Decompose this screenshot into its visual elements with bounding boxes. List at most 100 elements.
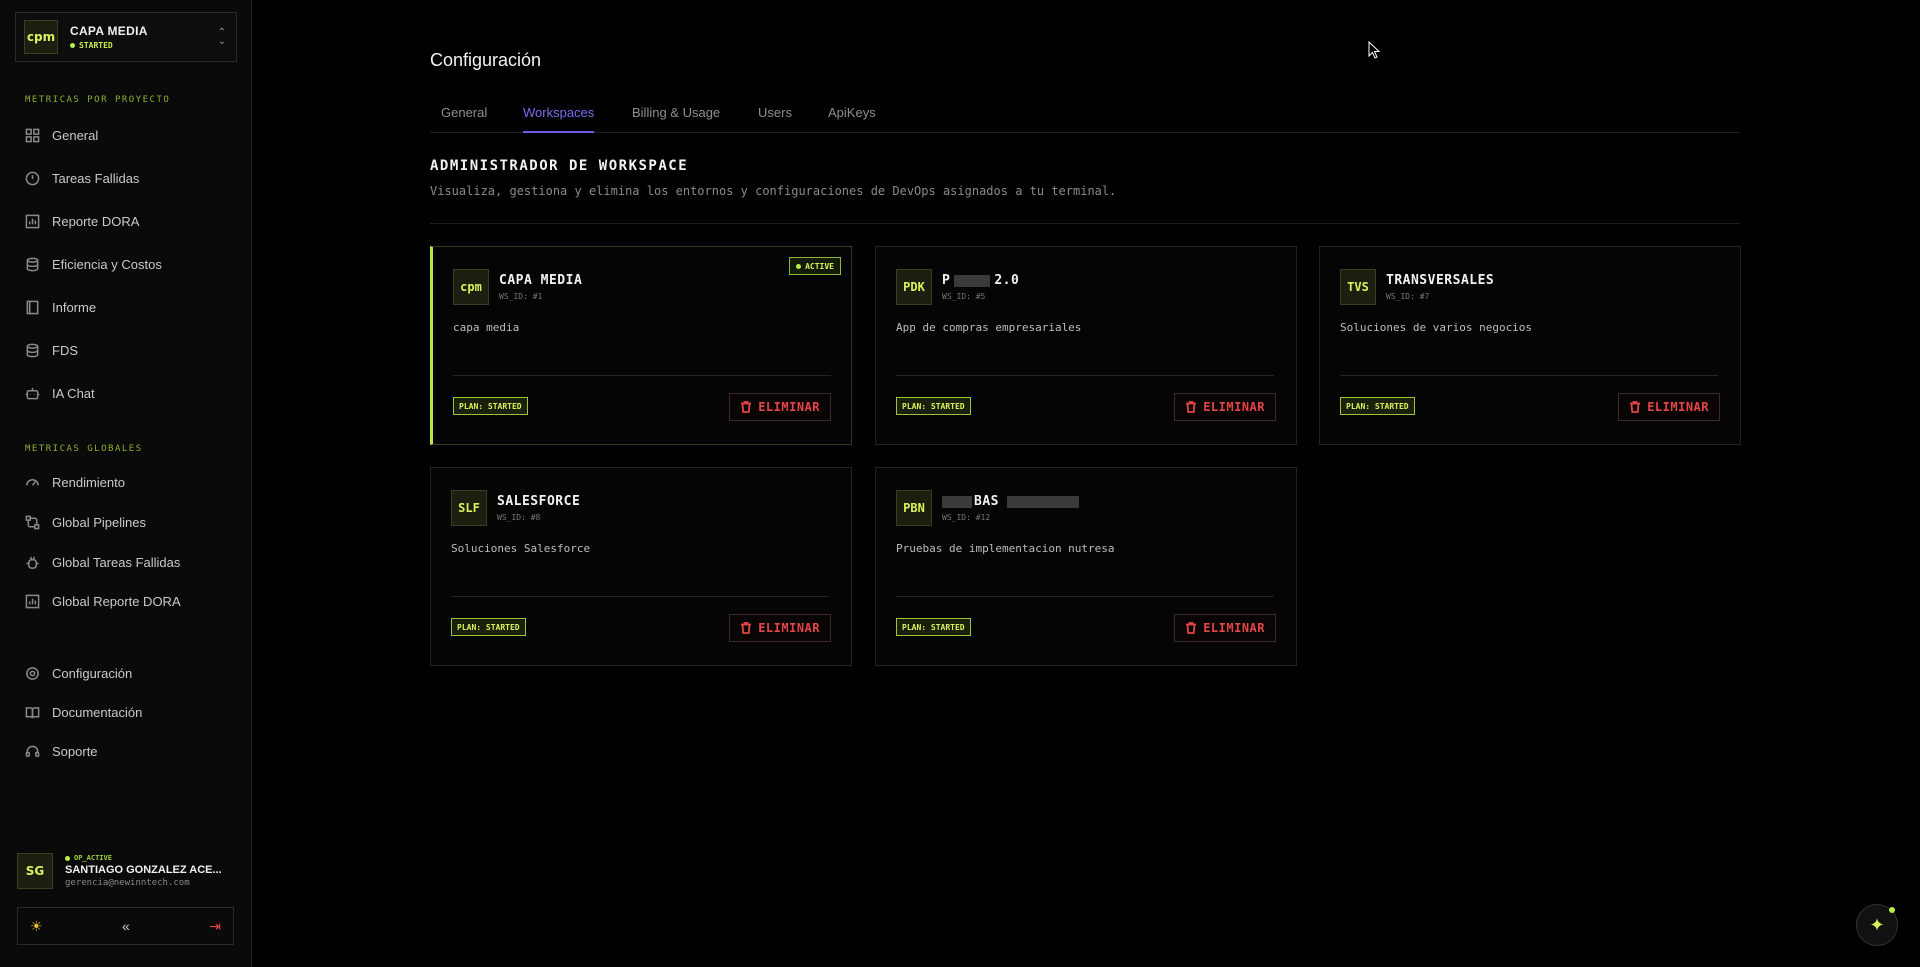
page-title: Configuración <box>430 50 542 70</box>
chevron-up-down-icon: ⌃ ⌄ <box>217 27 226 47</box>
delete-workspace-button[interactable]: ELIMINAR <box>1618 393 1720 421</box>
gear-icon <box>26 666 39 680</box>
workspace-card-pbn[interactable]: PBN BAS WS_ID: #12 Pruebas de implementa… <box>875 467 1297 666</box>
workspace-logo: SLF <box>451 490 487 526</box>
sidebar-item-informe[interactable]: Informe <box>25 297 96 317</box>
ai-assistant-button[interactable]: ✦ <box>1856 904 1898 946</box>
workspace-name: SALESFORCE <box>497 494 581 509</box>
tab-users[interactable]: Users <box>758 105 792 133</box>
card-divider <box>451 596 829 597</box>
workspace-text: SALESFORCE WS_ID: #8 <box>497 494 580 522</box>
delete-workspace-button[interactable]: ELIMINAR <box>729 614 831 642</box>
workspace-logo: cpm <box>453 269 489 305</box>
workspace-name-prefix: P <box>942 273 951 288</box>
sidebar-bottom-bar: ☀ « ⇥ <box>17 907 234 945</box>
sidebar-item-label: Configuración <box>52 665 133 681</box>
mouse-cursor-icon <box>1368 41 1380 59</box>
sidebar-item-label: Global Reporte DORA <box>52 593 181 609</box>
user-profile[interactable]: SG OP_ACTIVE SANTIAGO GONZALEZ ACE... ge… <box>17 851 237 891</box>
sun-icon[interactable]: ☀ <box>30 918 43 935</box>
sidebar-item-label: FDS <box>52 342 78 358</box>
trash-icon <box>741 622 752 634</box>
tab-apikeys[interactable]: ApiKeys <box>828 105 876 133</box>
sidebar-item-general[interactable]: General <box>25 125 98 145</box>
workspace-header: PBN BAS WS_ID: #12 <box>896 490 1079 526</box>
bar-chart-icon <box>25 214 40 228</box>
delete-workspace-button[interactable]: ELIMINAR <box>729 393 831 421</box>
delete-label: ELIMINAR <box>1647 400 1709 414</box>
workspace-description: capa media <box>453 321 520 334</box>
sidebar-item-configuracion[interactable]: Configuración <box>25 663 132 683</box>
workspace-logo: TVS <box>1340 269 1376 305</box>
sidebar-item-rendimiento[interactable]: Rendimiento <box>25 472 125 492</box>
workspace-name: P 2.0 <box>942 273 1019 288</box>
sidebar-item-ia-chat[interactable]: IA Chat <box>25 383 95 403</box>
user-email: gerencia@newinntech.com <box>65 878 190 888</box>
plan-badge: PLAN: STARTED <box>453 397 528 415</box>
sidebar-item-tareas-fallidas[interactable]: Tareas Fallidas <box>25 168 139 188</box>
delete-workspace-button[interactable]: ELIMINAR <box>1174 614 1276 642</box>
workspace-name: BAS <box>942 494 1079 509</box>
database-icon <box>26 343 39 357</box>
status-dot-icon <box>796 263 802 269</box>
trash-icon <box>1186 401 1197 413</box>
delete-workspace-button[interactable]: ELIMINAR <box>1174 393 1276 421</box>
user-info: OP_ACTIVE SANTIAGO GONZALEZ ACE... geren… <box>65 854 235 888</box>
workspace-id: WS_ID: #8 <box>497 513 541 522</box>
divider <box>430 223 1740 224</box>
tab-billing-usage[interactable]: Billing & Usage <box>632 105 720 133</box>
workspace-description: Soluciones de varios negocios <box>1340 321 1533 334</box>
workspace-id: WS_ID: #7 <box>1386 292 1430 301</box>
bar-chart-icon <box>25 594 40 608</box>
sidebar-item-global-tareas-fallidas[interactable]: Global Tareas Fallidas <box>25 552 180 572</box>
workspace-header: SLF SALESFORCE WS_ID: #8 <box>451 490 580 526</box>
notification-dot <box>1889 907 1895 913</box>
bot-icon <box>25 387 40 399</box>
main-content: Configuración General Workspaces Billing… <box>252 0 1920 967</box>
workspace-text: TRANSVERSALES WS_ID: #7 <box>1386 273 1494 301</box>
sidebar-item-global-pipelines[interactable]: Global Pipelines <box>25 512 146 532</box>
workspace-header: TVS TRANSVERSALES WS_ID: #7 <box>1340 269 1494 305</box>
workspace-card-pdk[interactable]: PDK P 2.0 WS_ID: #5 App de compras empres… <box>875 246 1297 445</box>
user-status-text: OP_ACTIVE <box>74 854 112 862</box>
workspace-name-suffix: 2.0 <box>994 273 1020 288</box>
workspace-card-capa-media[interactable]: ACTIVE cpm CAPA MEDIA WS_ID: #1 capa med… <box>430 246 852 445</box>
trash-icon <box>1186 622 1197 634</box>
sidebar-item-label: Informe <box>52 299 97 315</box>
sidebar-item-eficiencia-costos[interactable]: Eficiencia y Costos <box>25 254 162 274</box>
sidebar-item-label: IA Chat <box>52 385 95 401</box>
sidebar-item-reporte-dora[interactable]: Reporte DORA <box>25 211 139 231</box>
sidebar-item-label: Rendimiento <box>52 474 125 490</box>
card-divider <box>896 596 1274 597</box>
tab-general[interactable]: General <box>441 105 487 133</box>
tab-workspaces[interactable]: Workspaces <box>523 105 595 133</box>
sidebar-item-label: Tareas Fallidas <box>52 170 140 186</box>
workspace-id: WS_ID: #5 <box>942 292 986 301</box>
section-description: Visualiza, gestiona y elimina los entorn… <box>430 184 1117 198</box>
sidebar-item-label: Reporte DORA <box>52 213 140 229</box>
logout-icon[interactable]: ⇥ <box>209 918 221 935</box>
workspace-header: cpm CAPA MEDIA WS_ID: #1 <box>453 269 582 305</box>
project-switcher[interactable]: cpm CAPA MEDIA STARTED ⌃ ⌄ <box>15 12 237 62</box>
sidebar-item-fds[interactable]: FDS <box>25 340 78 360</box>
sidebar-item-documentacion[interactable]: Documentación <box>25 702 142 722</box>
delete-label: ELIMINAR <box>758 400 820 414</box>
workspace-id: WS_ID: #12 <box>942 513 991 522</box>
alert-circle-icon <box>25 171 40 185</box>
trash-icon <box>741 401 752 413</box>
sidebar: cpm CAPA MEDIA STARTED ⌃ ⌄ METRICAS POR P… <box>0 0 252 967</box>
workspace-logo: PDK <box>896 269 932 305</box>
sidebar-item-soporte[interactable]: Soporte <box>25 741 98 761</box>
plan-badge: PLAN: STARTED <box>896 397 971 415</box>
user-name: SANTIAGO GONZALEZ ACE... <box>65 864 222 876</box>
active-badge-text: ACTIVE <box>805 261 834 271</box>
section-label-global: METRICAS GLOBALES <box>25 444 143 454</box>
delete-label: ELIMINAR <box>758 621 820 635</box>
workspace-text: P 2.0 WS_ID: #5 <box>942 273 1019 301</box>
collapse-icon[interactable]: « <box>122 918 130 934</box>
plan-badge: PLAN: STARTED <box>451 618 526 636</box>
workspace-card-salesforce[interactable]: SLF SALESFORCE WS_ID: #8 Soluciones Sale… <box>430 467 852 666</box>
project-status: STARTED <box>70 41 148 50</box>
sidebar-item-global-reporte-dora[interactable]: Global Reporte DORA <box>25 591 181 611</box>
workspace-card-transversales[interactable]: TVS TRANSVERSALES WS_ID: #7 Soluciones d… <box>1319 246 1741 445</box>
